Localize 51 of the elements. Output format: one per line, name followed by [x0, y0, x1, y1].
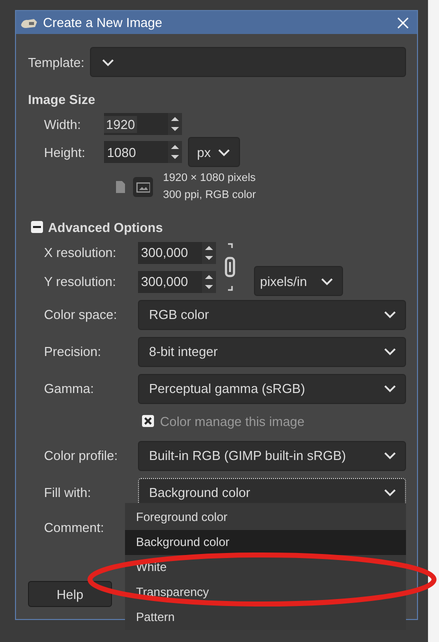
window-title: Create a New Image: [43, 15, 164, 30]
dropdown[interactable]: Perceptual gamma (sRGB): [138, 374, 406, 404]
field-label: Width:: [43, 116, 82, 132]
dropdown[interactable]: Built-in RGB (GIMP built-in sRGB): [138, 440, 406, 470]
increment-icon: [170, 114, 180, 124]
image-icon: [136, 180, 150, 194]
number-field[interactable]: 1920: [104, 113, 182, 135]
menu-item[interactable]: Transparency: [125, 580, 406, 605]
decrement-icon: [170, 152, 180, 162]
field-label: Height:: [43, 144, 86, 160]
dropdown[interactable]: pixels/in: [254, 266, 343, 296]
field-label: Color profile:: [43, 448, 119, 463]
checkbox[interactable]: [142, 415, 154, 427]
cross-icon: [143, 416, 153, 426]
number-field[interactable]: 300,000: [138, 270, 216, 292]
chevron-icon: [383, 487, 397, 498]
help-button[interactable]: Help: [28, 581, 112, 607]
field-label: Comment:: [43, 520, 105, 534]
dropdown[interactable]: RGB color: [138, 300, 406, 330]
image-info: 1920 × 1080 pixels: [163, 171, 256, 186]
section-heading: Advanced Options: [48, 220, 163, 234]
close-icon[interactable]: [397, 16, 409, 28]
field-label: X resolution:: [43, 245, 118, 260]
increment-icon: [170, 142, 180, 152]
field-label: Gamma:: [43, 381, 95, 396]
field-label: Y resolution:: [43, 274, 118, 289]
decrement-icon: [170, 124, 180, 134]
chevron-icon: [383, 450, 397, 461]
dropdown[interactable]: px: [188, 137, 240, 167]
chevron-icon: [383, 383, 397, 394]
chevron-icon: [320, 276, 334, 286]
collapse-toggle[interactable]: [31, 221, 43, 233]
checkbox-label: Color manage this image: [160, 414, 305, 428]
dropdown[interactable]: 8-bit integer: [138, 336, 406, 366]
chevron-icon: [101, 56, 116, 68]
number-field[interactable]: 300,000: [138, 242, 216, 264]
field-label: Template:: [28, 54, 84, 70]
number-field[interactable]: 1080: [104, 141, 182, 163]
chevron-icon: [217, 146, 231, 158]
field-label: Precision:: [43, 344, 102, 359]
page-icon: [113, 180, 127, 194]
menu-item[interactable]: Pattern: [125, 605, 406, 630]
landscape-button[interactable]: [133, 177, 153, 197]
menu-item[interactable]: Background color: [125, 530, 406, 555]
image-info: 300 ppi, RGB color: [163, 188, 256, 203]
menu-item[interactable]: Foreground color: [125, 505, 406, 530]
field-label: Fill with:: [43, 485, 92, 500]
chevron-icon: [383, 346, 397, 357]
section-heading: Image Size: [28, 92, 96, 107]
field-label: Color space:: [43, 307, 118, 322]
chevron-icon: [383, 309, 397, 320]
